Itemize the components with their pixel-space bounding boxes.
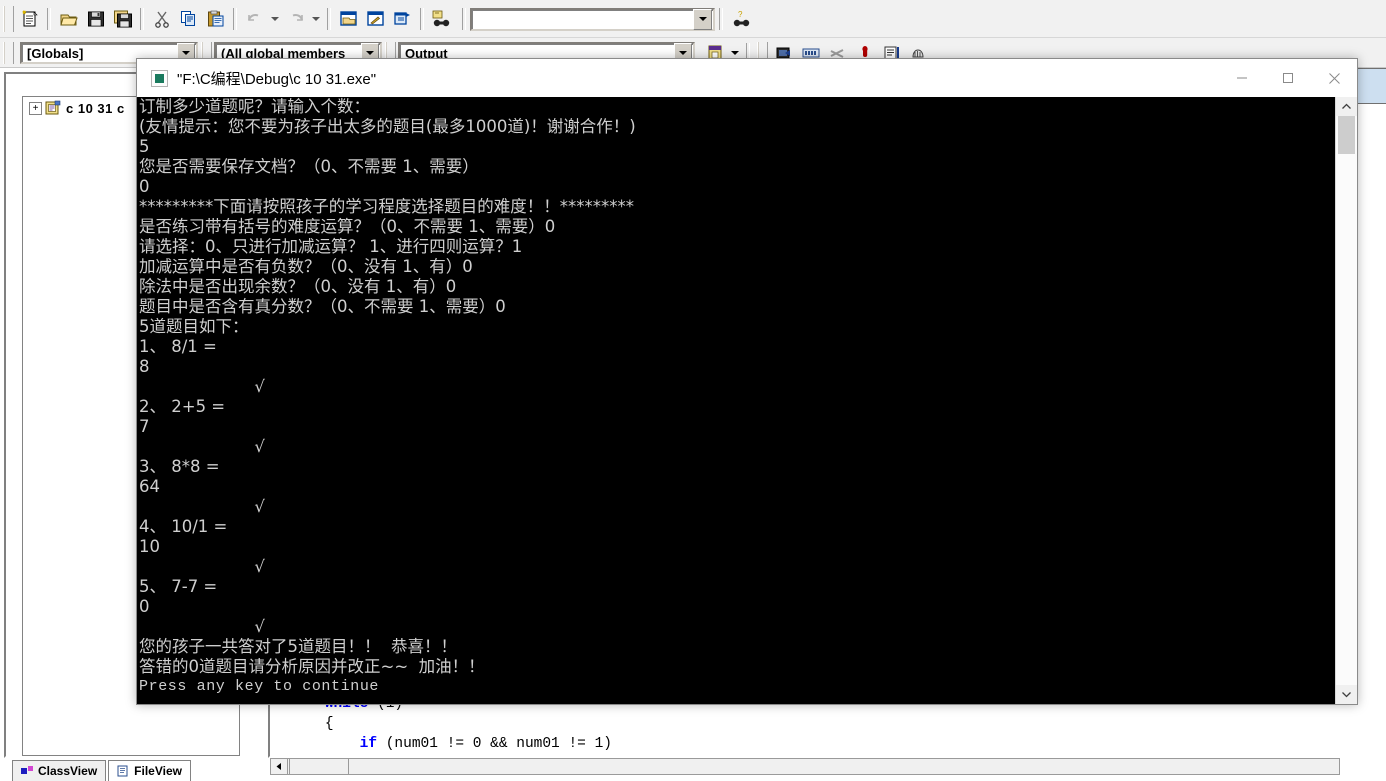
console-line: 64 bbox=[139, 477, 160, 496]
workspace-tabs: ClassView FileView bbox=[12, 760, 191, 781]
console-line: 3、 8*8 = bbox=[139, 457, 220, 476]
console-output-text: 订制多少道题呢？请输入个数： (友情提示：您不要为孩子出太多的题目(最多1000道… bbox=[139, 97, 1334, 704]
console-scroll-thumb[interactable] bbox=[1338, 116, 1355, 154]
maximize-button[interactable] bbox=[1265, 59, 1311, 97]
console-line: 7 bbox=[139, 417, 150, 436]
console-line: 订制多少道题呢？请输入个数： bbox=[139, 97, 370, 116]
editor-horizontal-scrollbar[interactable] bbox=[270, 758, 1340, 775]
paste-button[interactable] bbox=[202, 6, 229, 32]
console-press-any-key: Press any key to continue bbox=[139, 678, 380, 695]
standard-toolbar: ? bbox=[0, 0, 1386, 38]
save-button[interactable] bbox=[82, 6, 109, 32]
console-line: 题目中是否含有真分数？（0、不需要 1、需要）0 bbox=[139, 297, 506, 316]
console-line: 是否练习带有括号的难度运算？（0、不需要 1、需要）0 bbox=[139, 217, 556, 236]
minimize-button[interactable] bbox=[1219, 59, 1265, 97]
console-line: 2、 2+5 = bbox=[139, 397, 226, 416]
console-line: 您的孩子一共答对了5道题目！！ 恭喜！！ bbox=[139, 637, 457, 656]
find-combo[interactable] bbox=[470, 7, 715, 31]
save-all-button[interactable] bbox=[109, 6, 136, 32]
console-titlebar[interactable]: "F:\C编程\Debug\c 10 31.exe" bbox=[137, 59, 1357, 97]
tab-classview-label: ClassView bbox=[38, 764, 98, 778]
undo-button bbox=[241, 6, 268, 32]
console-line: √ bbox=[139, 617, 265, 636]
output-button[interactable] bbox=[362, 6, 389, 32]
toolbar-separator bbox=[719, 8, 723, 30]
find-combo-arrow-icon[interactable] bbox=[693, 8, 712, 30]
console-line: √ bbox=[139, 437, 265, 456]
cut-button[interactable] bbox=[148, 6, 175, 32]
svg-text:?: ? bbox=[738, 10, 743, 19]
console-line: 0 bbox=[139, 597, 150, 616]
console-line: √ bbox=[139, 497, 265, 516]
scroll-down-button[interactable] bbox=[1336, 685, 1357, 704]
console-line: 5道题目如下： bbox=[139, 317, 249, 336]
console-scroll-track[interactable] bbox=[1336, 116, 1357, 685]
new-text-file-button[interactable] bbox=[16, 6, 43, 32]
tab-fileview-label: FileView bbox=[134, 764, 182, 778]
console-line: 4、 10/1 = bbox=[139, 517, 228, 536]
toolbar-separator bbox=[47, 8, 51, 30]
console-line: 5 bbox=[139, 137, 150, 156]
find-button[interactable]: ? bbox=[727, 6, 757, 32]
window-list-button[interactable] bbox=[389, 6, 416, 32]
console-line: √ bbox=[139, 377, 265, 396]
console-line: 请选择：0、只进行加减运算？ 1、进行四则运算？1 bbox=[139, 237, 523, 256]
console-line: 除法中是否出现余数？（0、没有 1、有）0 bbox=[139, 277, 457, 296]
console-title-label: "F:\C编程\Debug\c 10 31.exe" bbox=[177, 70, 377, 88]
toolbar-separator bbox=[462, 8, 466, 30]
console-app-icon bbox=[151, 69, 168, 87]
toolbar-separator bbox=[140, 8, 144, 30]
console-line: *********下面请按照孩子的学习程度选择题目的难度！！********* bbox=[139, 197, 634, 216]
code-line: { bbox=[324, 716, 334, 732]
toolbar-grip[interactable] bbox=[3, 42, 14, 64]
console-line: √ bbox=[139, 557, 265, 576]
console-line: 5、 7-7 = bbox=[139, 577, 218, 596]
code-line: if (num01 != 0 && num01 != 1) bbox=[359, 736, 612, 752]
window-controls bbox=[1219, 59, 1357, 97]
undo-dropdown-arrow-icon[interactable] bbox=[268, 6, 282, 32]
tree-item-label: c 10 31 c bbox=[66, 100, 125, 116]
toolbar-grip[interactable] bbox=[3, 6, 14, 32]
toolbar-separator bbox=[233, 8, 237, 30]
console-line: 加减运算中是否有负数？（0、没有 1、有）0 bbox=[139, 257, 473, 276]
console-line: 10 bbox=[139, 537, 160, 556]
close-button[interactable] bbox=[1311, 59, 1357, 97]
console-line: 0 bbox=[139, 177, 150, 196]
scroll-left-button[interactable] bbox=[271, 759, 288, 774]
console-line: 答错的0道题目请分析原因并改正~~ 加油！！ bbox=[139, 657, 485, 676]
redo-button bbox=[282, 6, 309, 32]
workspace-button[interactable] bbox=[335, 6, 362, 32]
scroll-up-button[interactable] bbox=[1336, 97, 1357, 116]
horizontal-scroll-thumb[interactable] bbox=[289, 758, 349, 775]
find-in-files-button[interactable] bbox=[428, 6, 458, 32]
redo-dropdown-arrow-icon[interactable] bbox=[309, 6, 323, 32]
console-output-area[interactable]: 订制多少道题呢？请输入个数： (友情提示：您不要为孩子出太多的题目(最多1000道… bbox=[137, 97, 1357, 704]
console-line: 8 bbox=[139, 357, 150, 376]
console-line: 您是否需要保存文档？（0、不需要 1、需要） bbox=[139, 157, 479, 176]
copy-button[interactable] bbox=[175, 6, 202, 32]
console-line: (友情提示：您不要为孩子出太多的题目(最多1000道)！谢谢合作！) bbox=[139, 117, 636, 136]
project-folder-icon bbox=[45, 100, 61, 115]
toolbar-separator bbox=[327, 8, 331, 30]
fileview-icon bbox=[117, 765, 128, 777]
console-line: 1、 8/1 = bbox=[139, 337, 217, 356]
classview-icon bbox=[21, 765, 33, 774]
open-button[interactable] bbox=[55, 6, 82, 32]
expand-icon[interactable]: + bbox=[29, 101, 42, 115]
toolbar-separator bbox=[420, 8, 424, 30]
console-window[interactable]: "F:\C编程\Debug\c 10 31.exe" 订制多少道题呢？请输入个数… bbox=[136, 58, 1358, 705]
console-scrollbar[interactable] bbox=[1335, 97, 1357, 704]
